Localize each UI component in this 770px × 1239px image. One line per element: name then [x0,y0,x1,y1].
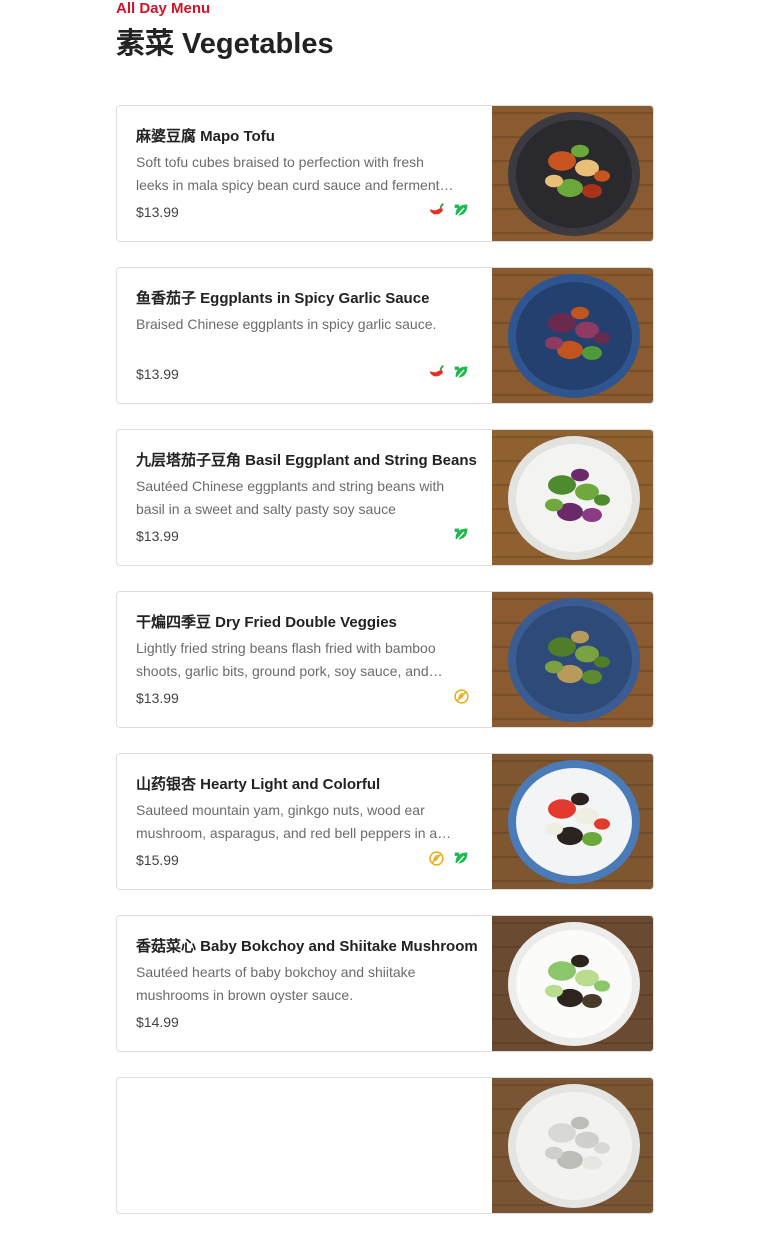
menu-item-card[interactable]: 干煸四季豆 Dry Fried Double Veggies Lightly fr… [116,591,654,728]
menu-item-price: $13.99 [136,204,179,220]
dish-illustration [492,106,653,241]
menu-item-body: 鱼香茄子 Eggplants in Spicy Garlic Sauce Brai… [136,290,466,336]
vegetarian-icon [454,204,468,217]
menu-item-price: $14.99 [136,1014,179,1030]
menu-item-price: $13.99 [136,366,179,382]
dish-illustration [492,754,653,889]
menu-item-body [136,1100,466,1105]
dietary-tags [453,688,470,705]
gluten-free-icon [454,689,469,704]
dietary-tags [428,850,470,867]
menu-item-description: Soft tofu cubes braised to perfection wi… [136,154,456,193]
menu-item-photo[interactable] [492,592,653,727]
menu-item-name: 香菇菜心 Baby Bokchoy and Shiitake Mushroom [136,938,478,955]
menu-item-card[interactable]: 香菇菜心 Baby Bokchoy and Shiitake Mushroom S… [116,915,654,1052]
menu-item-body: 九层塔茄子豆角 Basil Eggplant and String Beans S… [136,452,477,520]
menu-item-photo[interactable] [492,106,653,241]
vegetarian-icon [454,852,468,865]
dish-illustration [492,592,653,727]
menu-item-body: 香菇菜心 Baby Bokchoy and Shiitake Mushroom S… [136,938,478,1006]
menu-item-photo[interactable] [492,1078,653,1213]
menu-item-description: Sautéed Chinese eggplants and string bea… [136,478,445,517]
menu-item-description: Lightly fried string beans flash fried w… [136,640,436,679]
dietary-tags [428,202,470,219]
menu-item-card[interactable] [116,1077,654,1214]
dietary-tags [428,364,470,381]
menu-item-price: $13.99 [136,528,179,544]
menu-item-name: 麻婆豆腐 Mapo Tofu [136,128,275,145]
menu-category-label: All Day Menu [116,0,211,17]
menu-item-card[interactable]: 鱼香茄子 Eggplants in Spicy Garlic Sauce Brai… [116,267,654,404]
menu-item-photo[interactable] [492,268,653,403]
menu-item-photo[interactable] [492,430,653,565]
menu-item-card[interactable]: 麻婆豆腐 Mapo Tofu Soft tofu cubes braised to… [116,105,654,242]
dish-illustration [492,430,653,565]
spicy-icon [429,203,444,215]
menu-item-body: 山药银杏 Hearty Light and Colorful Sauteed mo… [136,776,466,844]
dish-illustration [492,268,653,403]
menu-item-photo[interactable] [492,754,653,889]
vegetarian-icon [454,528,468,541]
menu-item-price: $15.99 [136,852,179,868]
dietary-tags [453,526,470,543]
dish-illustration [492,1078,653,1213]
section-title: 素菜 Vegetables [116,28,334,60]
menu-item-name: 干煸四季豆 Dry Fried Double Veggies [136,614,397,631]
menu-item-price: $13.99 [136,690,179,706]
menu-item-card[interactable]: 山药银杏 Hearty Light and Colorful Sauteed mo… [116,753,654,890]
menu-item-card[interactable]: 九层塔茄子豆角 Basil Eggplant and String Beans S… [116,429,654,566]
menu-item-description: Sauteed mountain yam, ginkgo nuts, wood … [136,802,438,841]
gluten-free-icon [429,851,444,866]
menu-item-body: 干煸四季豆 Dry Fried Double Veggies Lightly fr… [136,614,466,682]
menu-item-description: Sautéed hearts of baby bokchoy and shiit… [136,964,416,1003]
dish-illustration [492,916,653,1051]
menu-item-photo[interactable] [492,916,653,1051]
menu-item-body: 麻婆豆腐 Mapo Tofu Soft tofu cubes braised to… [136,128,466,196]
menu-item-name: 鱼香茄子 Eggplants in Spicy Garlic Sauce [136,290,430,307]
menu-item-name: 九层塔茄子豆角 Basil Eggplant and String Beans [136,452,477,469]
menu-item-list: 麻婆豆腐 Mapo Tofu Soft tofu cubes braised to… [116,105,654,1239]
menu-item-name: 山药银杏 Hearty Light and Colorful [136,776,381,793]
vegetarian-icon [454,366,468,379]
spicy-icon [429,365,444,377]
menu-item-description: Braised Chinese eggplants in spicy garli… [136,316,437,332]
